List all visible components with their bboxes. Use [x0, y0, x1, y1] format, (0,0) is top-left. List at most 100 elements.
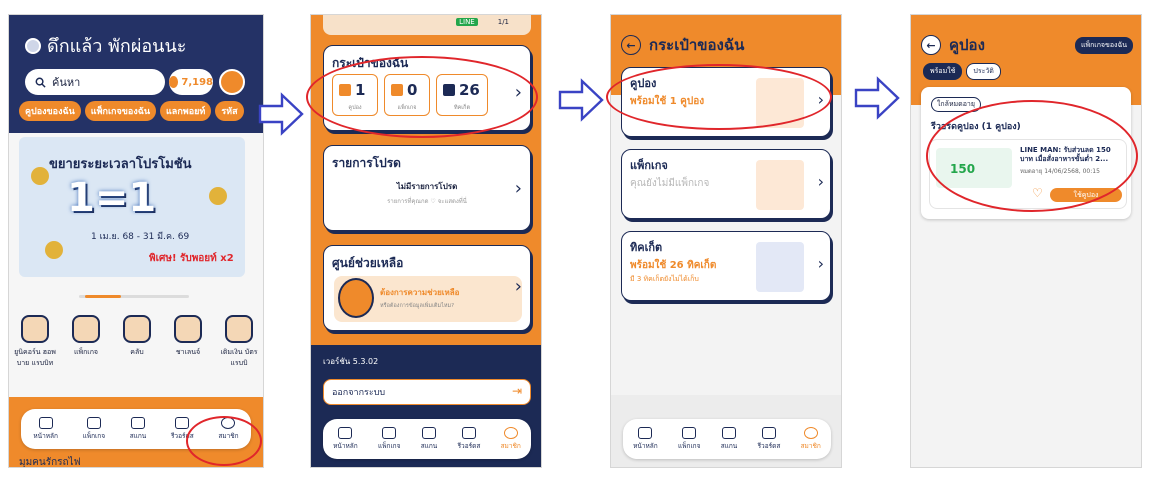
tile-label: คูปอง [348, 105, 362, 111]
tile-value: 1 [355, 81, 366, 99]
nav-rewards[interactable]: รีวอร์ดส [758, 427, 780, 451]
coupon-thumbnail: 150 [936, 148, 1012, 188]
heart-icon[interactable]: ♡ [1032, 186, 1043, 200]
nav-member[interactable]: สมาชิก [801, 427, 821, 451]
coin-icon [31, 167, 49, 185]
gift-icon [761, 427, 776, 439]
chip-my-packages[interactable]: แพ็กเกจของฉัน [84, 101, 156, 121]
section-title: รีวอร์ดคูปอง (1 คูปอง) [931, 122, 1021, 132]
bottom-nav: หน้าหลัก แพ็กเกจ สแกน รีวอร์ดส สมาชิก [21, 409, 251, 449]
wallet-header-bar: ← กระเป๋าของฉัน [621, 33, 744, 57]
nav-label: แพ็กเกจ [378, 442, 401, 450]
flow-arrow-icon [558, 78, 604, 122]
wallet-tile-coupon[interactable]: 1 คูปอง [332, 74, 378, 116]
coin-icon [45, 241, 63, 259]
wallet-ticket-card[interactable]: ทิคเก็ต พร้อมใช้ 26 ทิคเก็ต มี 3 ทิคเก็ต… [621, 231, 831, 301]
nav-label: รีวอร์ดส [170, 432, 194, 440]
help-banner[interactable]: ต้องการความช่วยเหลือ หรือต้องการข้อมูลเพ… [334, 276, 522, 322]
nav-package[interactable]: แพ็กเกจ [378, 427, 400, 451]
coupon-expiry: หมดอายุ 14/06/2568, 00:15 [1020, 168, 1100, 175]
wallet-coupon-card[interactable]: คูปอง พร้อมใช้ 1 คูปอง › [621, 67, 831, 137]
quick-item-package[interactable]: แพ็กเกจ [62, 315, 110, 369]
use-coupon-button[interactable]: ใช้คูปอง [1050, 188, 1122, 202]
banner-special: พิเศษ! รับพอยท์ x2 [149, 253, 234, 264]
home-icon [338, 427, 353, 439]
nav-rewards[interactable]: รีวอร์ดส [458, 427, 480, 451]
banner-big-text: 1=1 [67, 175, 157, 221]
search-icon [35, 77, 46, 88]
tile-label: แพ็กเกจ [397, 105, 417, 111]
quick-item-unicorn[interactable]: ยูนิคอร์น ฮอพ บาย แรบบิท [11, 315, 59, 369]
quick-item-challenge[interactable]: ชาเลนจ์ [164, 315, 212, 369]
rabbit-mascot-icon [338, 278, 374, 318]
coupon-item[interactable]: 150 LINE MAN: รับส่วนลด 150 บาท เมื่อสั่… [929, 139, 1127, 209]
nav-scan[interactable]: สแกน [421, 427, 437, 451]
chevron-right-icon: › [514, 276, 522, 297]
favorites-card[interactable]: รายการโปรด ไม่มีรายการโปรด รายการที่คุณก… [323, 145, 531, 231]
coupon-name: LINE MAN: รับส่วนลด 150 บาท เมื่อสั่งอาห… [1020, 146, 1111, 163]
nav-member[interactable]: สมาชิก [501, 427, 521, 451]
nav-label: สมาชิก [500, 442, 521, 450]
my-packages-button[interactable]: แพ็กเกจของฉัน [1074, 37, 1133, 54]
nav-member[interactable]: สมาชิก [218, 417, 239, 441]
nav-rewards[interactable]: รีวอร์ดส [171, 417, 194, 441]
chevron-right-icon: › [817, 172, 824, 191]
tab-history[interactable]: ประวัติ [966, 63, 1001, 80]
nav-label: สมาชิก [218, 432, 239, 440]
search-input[interactable]: ค้นหา [25, 69, 165, 95]
nav-label: แพ็กเกจ [82, 432, 106, 440]
wallet-package-card[interactable]: แพ็กเกจ คุณยังไม่มีแพ็กเกจ › [621, 149, 831, 219]
tile-value: 0 [407, 81, 418, 99]
profile-icon [221, 417, 236, 429]
coin-icon [169, 76, 179, 88]
wallet-card[interactable]: กระเป๋าของฉัน 1 คูปอง 0 แพ็กเกจ 26 ทิคเก… [323, 45, 531, 131]
line-card[interactable]: LINE 1/1 [323, 15, 531, 35]
bag-icon [382, 427, 397, 439]
notification-bell-icon[interactable] [219, 69, 245, 95]
quick-item-club[interactable]: คลับ [113, 315, 161, 369]
ticket-icon [443, 84, 455, 96]
nav-home[interactable]: หน้าหลัก [33, 417, 58, 441]
back-button[interactable]: ← [621, 35, 641, 55]
coupon-icon [339, 84, 351, 96]
logout-button[interactable]: ออกจากระบบ ⇥ [323, 379, 531, 405]
coupon-header-bar: ← คูปอง [921, 33, 985, 57]
quick-item-topup[interactable]: เติมเงิน บัตรแรบบิ [215, 315, 263, 369]
wallet-tile-ticket[interactable]: 26 ทิคเก็ต [436, 74, 488, 116]
card-status: พร้อมใช้ 1 คูปอง [630, 96, 705, 107]
screen-member: LINE 1/1 กระเป๋าของฉัน 1 คูปอง 0 แพ็กเกจ… [310, 14, 542, 468]
screen-home: ดึกแล้ว พักผ่อนนะ ค้นหา 7,198 คูปองของฉั… [8, 14, 264, 468]
coin-icon [209, 187, 227, 205]
chip-code[interactable]: รหัส [215, 101, 244, 121]
coupon-panel: ใกล้หมดอายุ รีวอร์ดคูปอง (1 คูปอง) 150 L… [921, 87, 1131, 219]
wallet-tile-package[interactable]: 0 แพ็กเกจ [384, 74, 430, 116]
nav-home[interactable]: หน้าหลัก [333, 427, 358, 451]
nav-package[interactable]: แพ็กเกจ [83, 417, 105, 441]
bag-icon [682, 427, 697, 439]
back-button[interactable]: ← [921, 35, 941, 55]
chip-my-coupons[interactable]: คูปองของฉัน [19, 101, 81, 121]
section-label: มุมคนรักรถไฟ [19, 457, 81, 468]
screen-wallet: ← กระเป๋าของฉัน คูปอง พร้อมใช้ 1 คูปอง ›… [610, 14, 842, 468]
help-center-card[interactable]: ศูนย์ช่วยเหลือ ต้องการความช่วยเหลือ หรือ… [323, 245, 531, 331]
profile-icon [503, 427, 518, 439]
promo-banner[interactable]: ขยายระยะเวลาโปรโมชัน 1=1 1 เม.ย. 68 - 31… [19, 137, 245, 277]
help-cta: ต้องการความช่วยเหลือ [380, 288, 460, 297]
nav-package[interactable]: แพ็กเกจ [678, 427, 700, 451]
quick-item-label: แพ็กเกจ [73, 348, 99, 356]
quick-item-label: ยูนิคอร์น ฮอพ บาย แรบบิท [14, 348, 56, 367]
qr-icon [130, 417, 145, 429]
bottom-nav: หน้าหลัก แพ็กเกจ สแกน รีวอร์ดส สมาชิก [323, 419, 531, 459]
search-placeholder: ค้นหา [52, 76, 81, 89]
nav-home[interactable]: หน้าหลัก [633, 427, 658, 451]
chip-redeem-points[interactable]: แลกพอยท์ [160, 101, 212, 121]
nav-scan[interactable]: สแกน [130, 417, 146, 441]
tab-available[interactable]: พร้อมใช้ [923, 63, 963, 80]
near-expiry-filter[interactable]: ใกล้หมดอายุ [931, 97, 981, 112]
coupon-illustration-icon [756, 78, 804, 128]
nav-scan[interactable]: สแกน [721, 427, 737, 451]
logout-label: ออกจากระบบ [332, 388, 386, 398]
card-title: คูปอง [630, 77, 657, 90]
points-badge[interactable]: 7,198 [169, 69, 213, 95]
card-title: แพ็กเกจ [630, 159, 668, 172]
